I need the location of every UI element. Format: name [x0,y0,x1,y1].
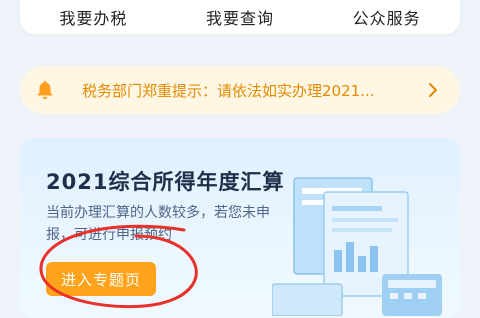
promo-title: 2021综合所得年度汇算 [46,170,285,194]
tax-documents-illustration [272,177,442,316]
red-circle-annotation [39,224,198,309]
annual-settlement-card[interactable]: 2021综合所得年度汇算 当前办理汇算的人数较多，若您未申报，可进行申报预约 进… [20,138,460,318]
bell-icon [37,80,53,100]
notice-text: 税务部门郑重提示：请依法如实办理2021... [82,82,375,100]
nav-item-query[interactable]: 我要查询 [206,0,274,29]
notice-banner[interactable]: 税务部门郑重提示：请依法如实办理2021... [20,66,460,114]
nav-item-tax-filing[interactable]: 我要办税 [59,0,127,29]
chevron-right-icon[interactable] [424,81,442,99]
service-nav: 我要办税 我要查询 公众服务 [20,0,460,34]
nav-item-public-service[interactable]: 公众服务 [353,0,421,29]
